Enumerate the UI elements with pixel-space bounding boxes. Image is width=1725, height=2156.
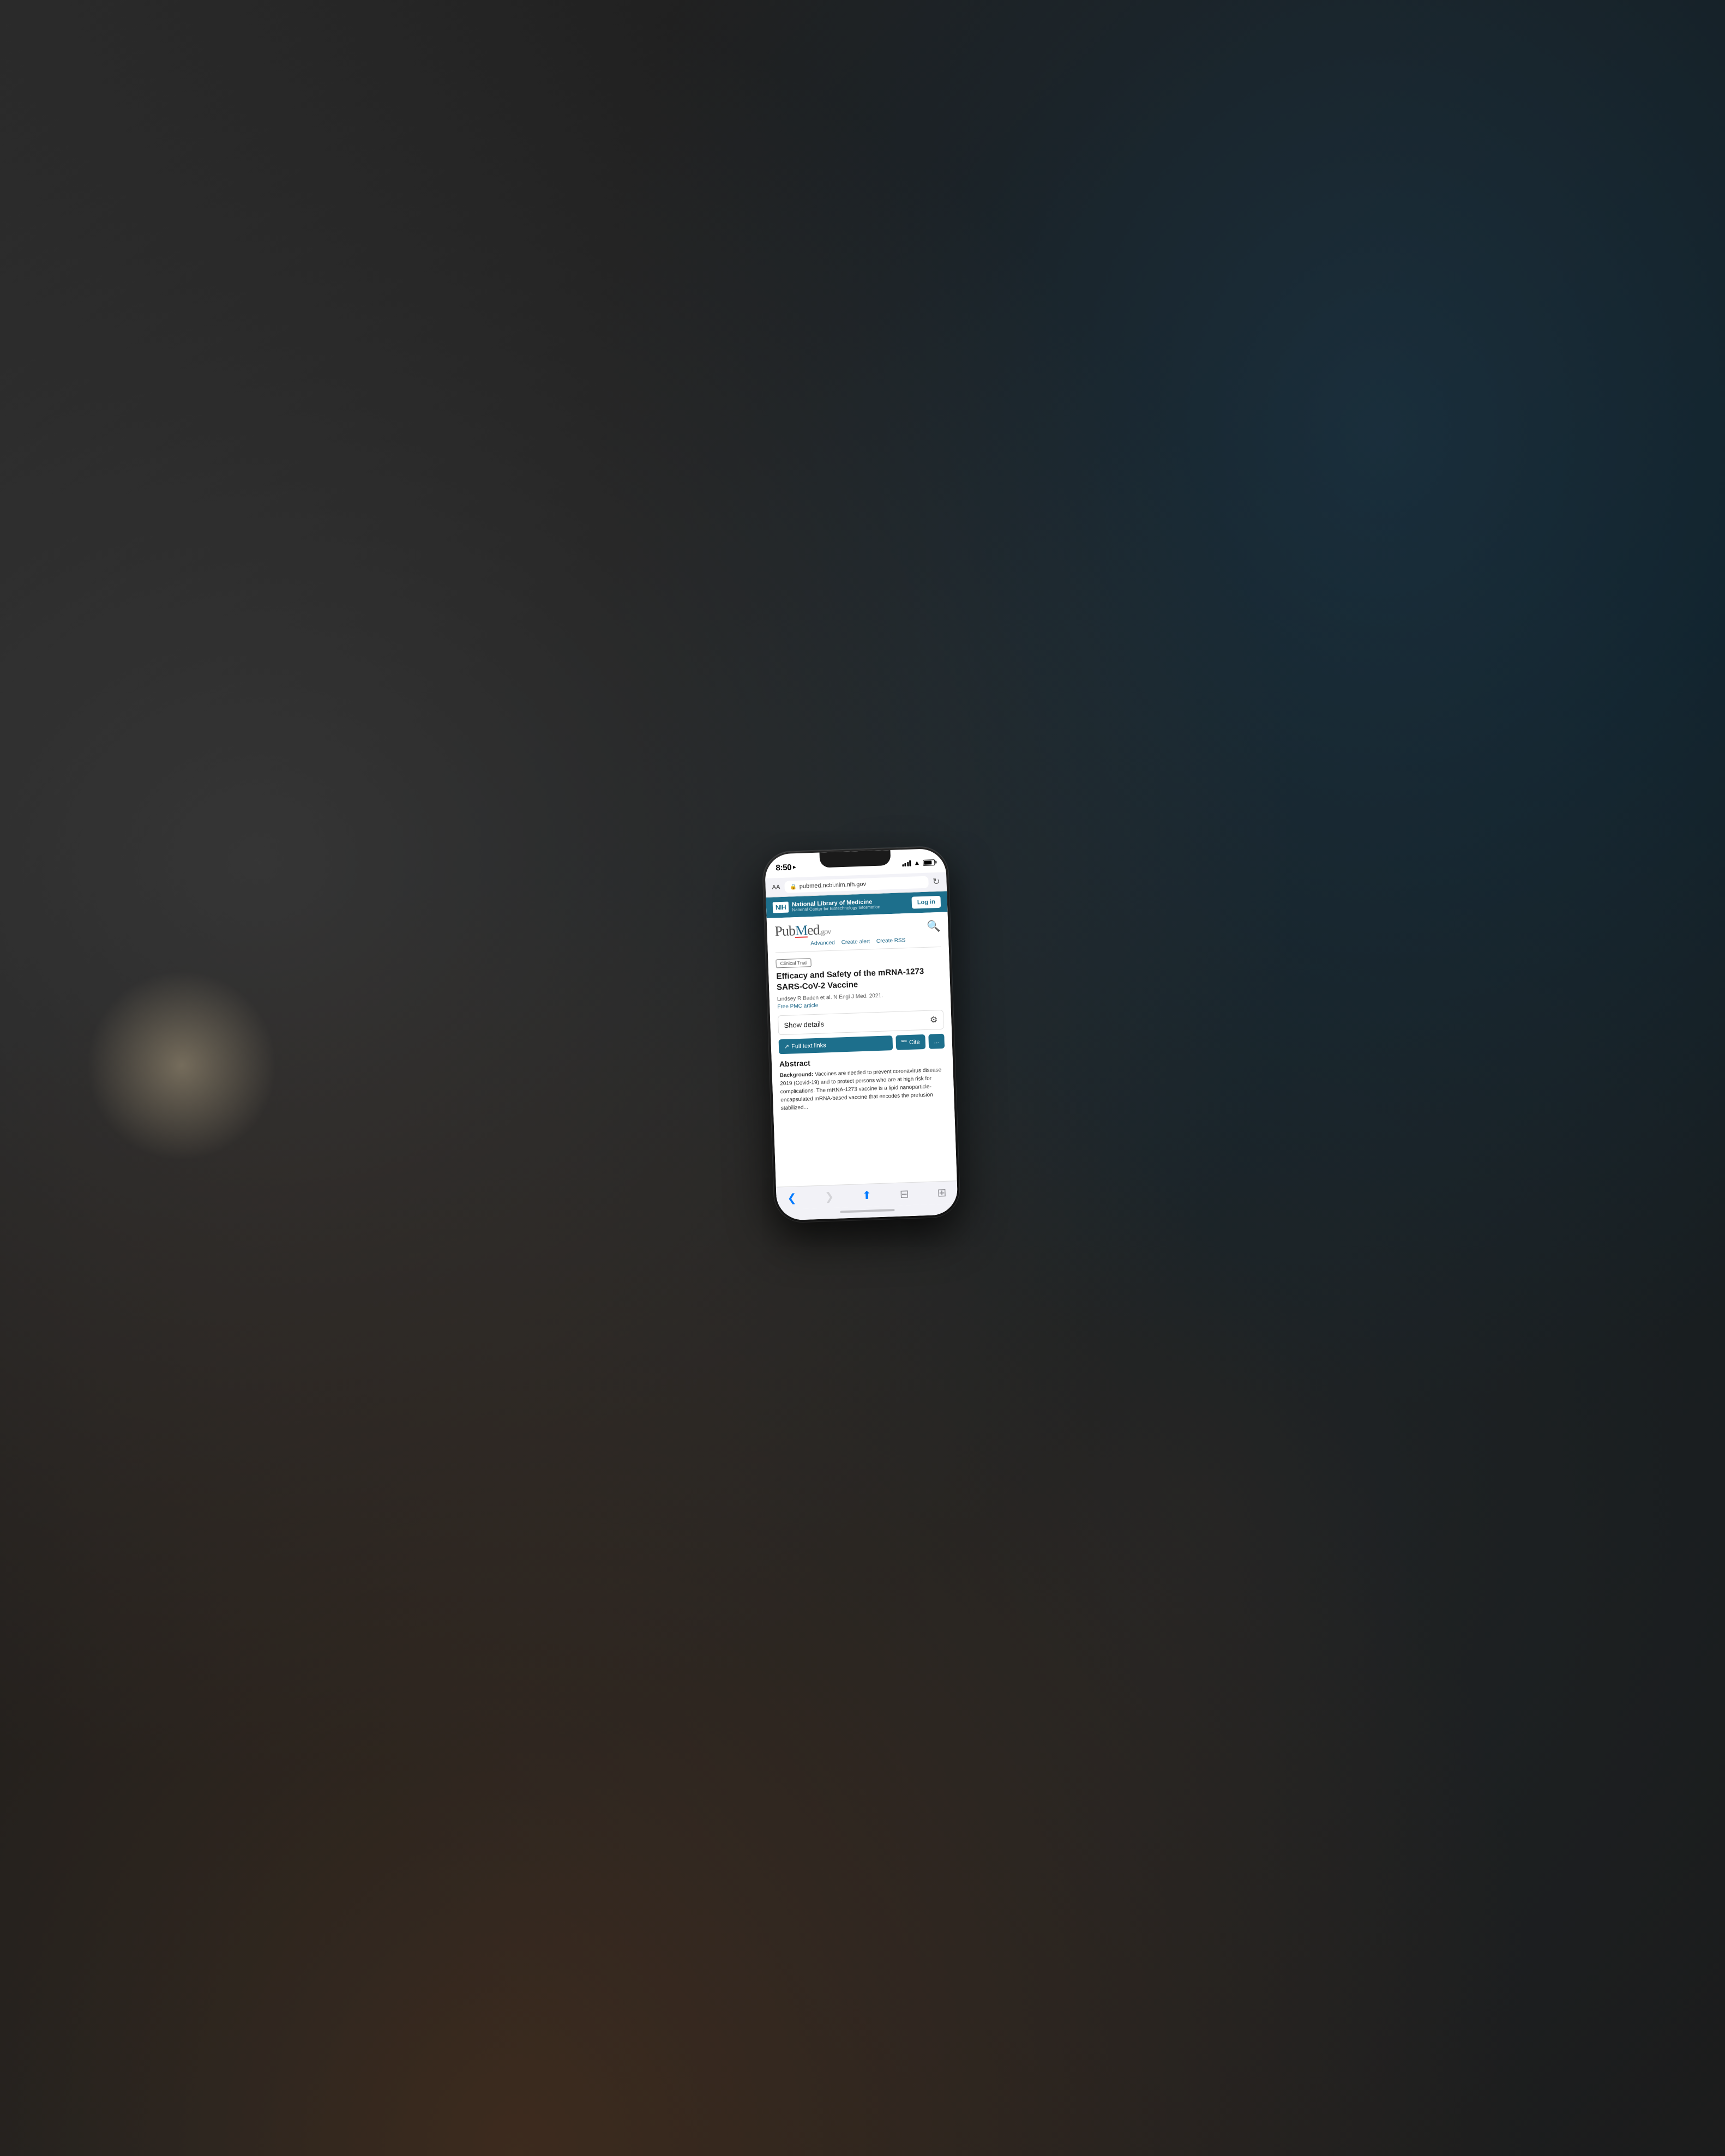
- action-buttons-row: ↗ Full text links ❝❝ Cite ...: [778, 1034, 945, 1055]
- full-text-links-button[interactable]: ↗ Full text links: [778, 1035, 892, 1054]
- tabs-button[interactable]: ⊞: [937, 1186, 947, 1200]
- forward-button[interactable]: ❯: [824, 1190, 834, 1204]
- address-bar[interactable]: 🔒 pubmed.ncbi.nlm.nih.gov: [784, 876, 928, 893]
- pubmed-med: M: [795, 922, 807, 938]
- phone-screen: 8:50 ▸ ▲ AA: [764, 848, 958, 1220]
- phone-outer-frame: 8:50 ▸ ▲ AA: [762, 846, 960, 1222]
- more-options-button[interactable]: ...: [928, 1034, 945, 1049]
- reload-button[interactable]: ↻: [932, 876, 940, 887]
- bookmarks-button[interactable]: ⊟: [899, 1187, 909, 1201]
- article-meta-text: Lindsey R Baden et al. N Engl J Med. 202…: [777, 993, 882, 1003]
- quote-icon: ❝❝: [901, 1039, 907, 1045]
- pubmed-gov: .gov: [819, 928, 831, 937]
- pubmed-area: PubMed.gov 🔍 Advanced Create alert Creat…: [766, 912, 957, 1187]
- lock-icon: 🔒: [790, 884, 797, 890]
- abstract-section: Abstract Background: Vaccines are needed…: [779, 1054, 946, 1113]
- nav-advanced[interactable]: Advanced: [810, 940, 835, 947]
- home-bar: [840, 1209, 894, 1213]
- status-time: 8:50: [776, 863, 791, 872]
- gear-icon[interactable]: ⚙: [929, 1014, 937, 1025]
- external-link-icon: ↗: [784, 1043, 789, 1050]
- clinical-trial-badge: Clinical Trial: [776, 958, 811, 968]
- page-content: NIH National Library of Medicine Nationa…: [766, 891, 958, 1220]
- cite-button[interactable]: ❝❝ Cite: [895, 1034, 925, 1050]
- free-pmc-label: Free PMC article: [777, 1003, 818, 1010]
- article-content: Clinical Trial Efficacy and Safety of th…: [775, 947, 949, 1187]
- show-details-row: Show details ⚙: [777, 1010, 943, 1035]
- back-button[interactable]: ❮: [787, 1191, 797, 1205]
- status-icons: ▲: [901, 858, 935, 867]
- show-details-button[interactable]: Show details: [784, 1020, 824, 1029]
- abstract-text: Background: Vaccines are needed to preve…: [779, 1066, 946, 1113]
- abstract-background-label: Background:: [779, 1071, 813, 1079]
- url-text: pubmed.ncbi.nlm.nih.gov: [799, 881, 866, 890]
- signal-icon: [901, 860, 911, 866]
- phone-wrapper: 8:50 ▸ ▲ AA: [762, 846, 960, 1222]
- phone-notch: [819, 850, 891, 868]
- nav-create-alert[interactable]: Create alert: [841, 938, 870, 945]
- pubmed-pub: Pub: [774, 923, 795, 939]
- login-button[interactable]: Log in: [911, 896, 941, 909]
- location-arrow-icon: ▸: [793, 864, 796, 870]
- pubmed-logo: PubMed.gov: [774, 922, 831, 940]
- battery-icon: [923, 859, 935, 866]
- article-title: Efficacy and Safety of the mRNA-1273 SAR…: [776, 966, 942, 993]
- share-button[interactable]: ⬆: [862, 1189, 871, 1203]
- search-icon[interactable]: 🔍: [927, 919, 941, 933]
- light-blob: [86, 970, 277, 1161]
- nih-logo: NIH: [772, 902, 789, 913]
- article-meta: Lindsey R Baden et al. N Engl J Med. 202…: [777, 990, 943, 1011]
- wifi-icon: ▲: [913, 859, 920, 866]
- nav-create-rss[interactable]: Create RSS: [876, 937, 905, 944]
- font-size-button[interactable]: AA: [772, 884, 780, 891]
